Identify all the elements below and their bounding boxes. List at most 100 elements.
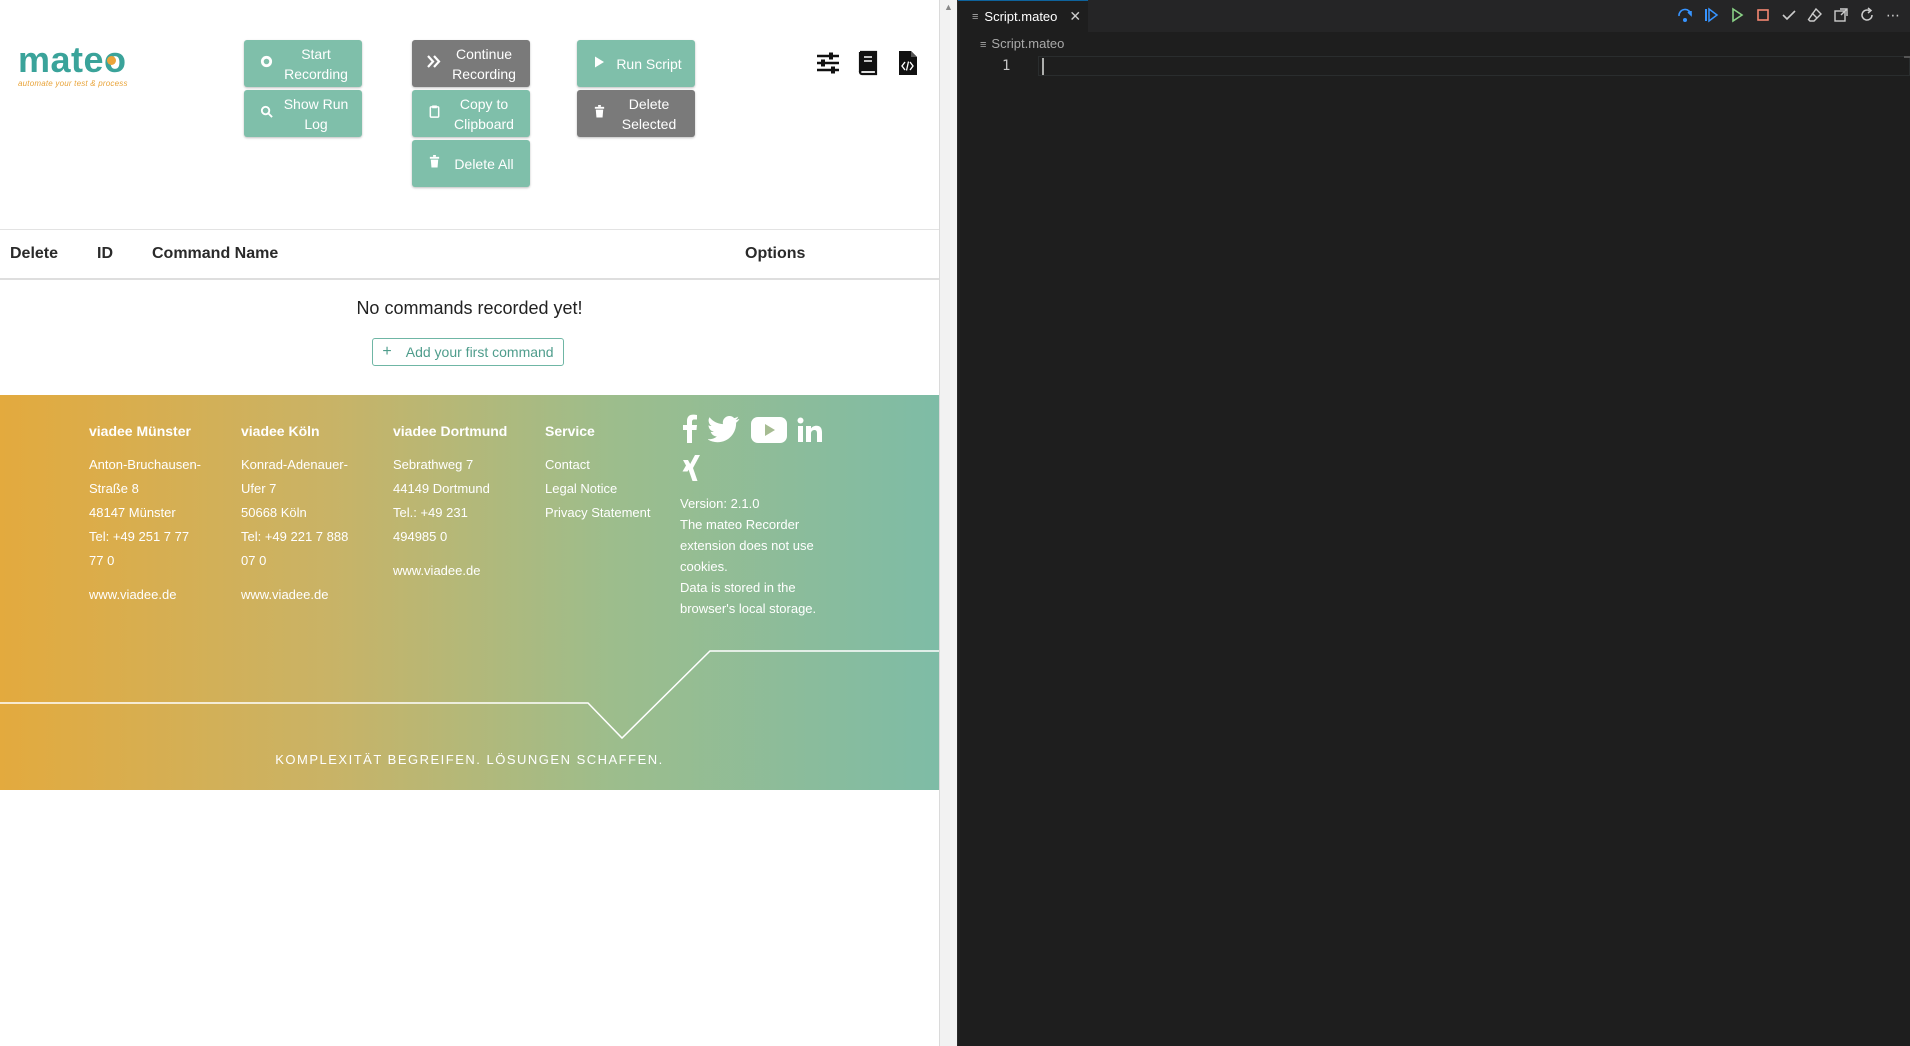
continue-recording-label: Continue Recording (452, 45, 516, 82)
office-address-line: 48147 Münster (89, 505, 176, 520)
office-muenster: viadee Münster Anton-Bruchausen- Straße … (89, 419, 201, 607)
contact-link[interactable]: Contact (545, 453, 651, 477)
column-header-id: ID (97, 245, 113, 262)
office-dortmund: viadee Dortmund Sebrathweg 7 44149 Dortm… (393, 419, 507, 583)
delete-selected-label: Delete Selected (621, 95, 677, 132)
trash-icon (588, 104, 610, 124)
xing-icon[interactable] (680, 454, 824, 487)
office-phone: Tel: +49 251 7 77 (89, 529, 190, 544)
add-first-command-button[interactable]: + Add your first command (372, 338, 564, 366)
office-phone: Tel: +49 221 7 888 (241, 529, 349, 544)
mateo-logo: mateo automate your test & process (18, 42, 128, 89)
logo-dot (107, 56, 116, 65)
clipboard-icon (423, 104, 445, 124)
empty-state-message: No commands recorded yet! (356, 298, 583, 318)
office-phone: Tel.: +49 231 (393, 505, 468, 520)
office-phone: 07 0 (241, 553, 267, 568)
refresh-icon[interactable] (1858, 6, 1876, 24)
office-website-link[interactable]: www.viadee.de (89, 583, 201, 607)
column-header-options: Options (745, 245, 806, 262)
office-address-line: 50668 Köln (241, 505, 307, 520)
double-chevron-right-icon (423, 54, 445, 74)
line-number: 1 (1002, 58, 1011, 74)
step-over-icon[interactable] (1676, 6, 1694, 24)
editor-toolbar: ⋯ (1676, 6, 1902, 24)
search-icon (255, 104, 277, 124)
office-title: viadee Dortmund (393, 423, 508, 439)
run-script-label: Run Script (616, 55, 682, 72)
logo-tagline: automate your test & process (18, 79, 128, 88)
cookie-note: The mateo Recorder extension does not us… (680, 517, 814, 574)
breadcrumb-file: Script.mateo (991, 36, 1065, 51)
editor-tab-bar: ≡ Script.mateo ✕ ⋯ (958, 0, 1910, 32)
panel-splitter-scrollbar[interactable]: ▲ (939, 0, 958, 1046)
twitter-icon[interactable] (707, 415, 740, 448)
office-address-line: Sebrathweg 7 (393, 457, 474, 472)
office-title: viadee Köln (241, 423, 320, 439)
footer-slogan: KOMPLEXITÄT BEGREIFEN. LÖSUNGEN SCHAFFEN… (275, 752, 664, 767)
office-phone: 77 0 (89, 553, 115, 568)
table-top-divider (0, 229, 939, 230)
table-header-divider (0, 278, 939, 280)
copy-to-clipboard-button[interactable]: Copy to Clipboard (412, 90, 530, 137)
office-website-link[interactable]: www.viadee.de (393, 559, 507, 583)
run-script-button[interactable]: Run Script (577, 40, 695, 87)
overview-ruler-mark (1904, 56, 1910, 58)
continue-debug-icon[interactable] (1702, 6, 1720, 24)
office-website-link[interactable]: www.viadee.de (241, 583, 348, 607)
office-address-line: Konrad-Adenauer- (241, 457, 348, 472)
editor-tab-script[interactable]: ≡ Script.mateo ✕ (958, 0, 1088, 32)
start-recording-button[interactable]: Start Recording (244, 40, 362, 87)
record-icon (255, 54, 277, 74)
linkedin-icon[interactable] (797, 417, 823, 448)
code-editor-panel: ≡ Script.mateo ✕ ⋯ ≡ Script.mateo 1 (958, 0, 1910, 1046)
copy-to-clipboard-label: Copy to Clipboard (454, 95, 514, 132)
office-address-line: Ufer 7 (241, 481, 277, 496)
column-header-delete: Delete (10, 245, 59, 262)
close-icon[interactable]: ✕ (1069, 8, 1081, 25)
office-koeln: viadee Köln Konrad-Adenauer- Ufer 7 5066… (241, 419, 348, 607)
current-line-highlight (1038, 56, 1910, 76)
legal-notice-link[interactable]: Legal Notice (545, 477, 651, 501)
service-title: Service (545, 423, 595, 439)
storage-note: Data is stored in the browser's local st… (680, 580, 817, 616)
continue-recording-button[interactable]: Continue Recording (412, 40, 530, 87)
scroll-up-arrow-icon[interactable]: ▲ (944, 2, 953, 12)
play-icon (588, 54, 610, 74)
file-lines-icon: ≡ (972, 10, 979, 23)
office-address-line: Straße 8 (89, 481, 139, 496)
column-header-command-name: Command Name (152, 245, 279, 262)
social-links (680, 413, 830, 487)
delete-selected-button[interactable]: Delete Selected (577, 90, 695, 137)
show-run-log-button[interactable]: Show Run Log (244, 90, 362, 137)
service-links: Service Contact Legal Notice Privacy Sta… (545, 419, 651, 525)
start-recording-label: Start Recording (284, 45, 348, 82)
stop-icon[interactable] (1754, 6, 1772, 24)
book-icon[interactable] (857, 50, 883, 76)
more-actions-icon[interactable]: ⋯ (1884, 6, 1902, 24)
plus-icon: + (382, 343, 392, 360)
office-address-line: 44149 Dortmund (393, 481, 490, 496)
check-icon[interactable] (1780, 6, 1798, 24)
delete-all-label: Delete All (454, 155, 514, 172)
trash-icon (423, 154, 445, 174)
office-address-line: Anton-Bruchausen- (89, 457, 202, 472)
office-title: viadee Münster (89, 423, 191, 439)
open-in-window-icon[interactable] (1832, 6, 1850, 24)
privacy-statement-link[interactable]: Privacy Statement (545, 501, 651, 525)
office-phone: 494985 0 (393, 529, 448, 544)
editor-tab-title: Script.mateo (984, 9, 1058, 24)
delete-all-button[interactable]: Delete All (412, 140, 530, 187)
facebook-icon[interactable] (680, 413, 698, 448)
run-icon[interactable] (1728, 6, 1746, 24)
breadcrumb[interactable]: ≡ Script.mateo (980, 36, 1064, 51)
footer: viadee Münster Anton-Bruchausen- Straße … (0, 395, 939, 790)
show-run-log-label: Show Run Log (283, 95, 349, 132)
mateo-recorder-panel: mateo automate your test & process Start… (0, 0, 939, 1046)
version-text: Version: 2.1.0 (680, 496, 760, 511)
version-info: Version: 2.1.0 The mateo Recorder extens… (680, 493, 840, 619)
code-file-icon[interactable] (897, 50, 923, 76)
youtube-icon[interactable] (750, 417, 787, 448)
eraser-icon[interactable] (1806, 6, 1824, 24)
settings-sliders-icon[interactable] (815, 50, 841, 76)
